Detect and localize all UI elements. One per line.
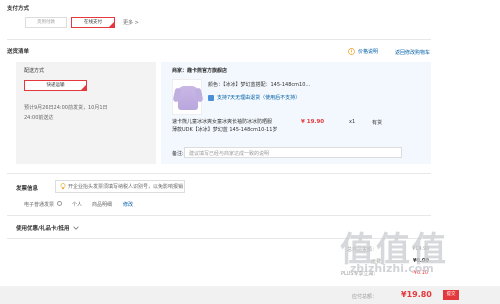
invoice-edit-link[interactable]: 修改 — [123, 201, 133, 208]
remark-input[interactable]: 建议填写已经与商家达成一致的说明 — [184, 147, 402, 158]
delivery-eta-line2: 24:00前送达 — [24, 115, 54, 121]
invoice-personal: 个人 — [72, 202, 83, 208]
remark-placeholder: 建议填写已经与商家达成一致的说明 — [189, 151, 270, 157]
invoice-type-label: 电子普通发票 — [24, 202, 55, 208]
payment-option-online[interactable]: 在线支付 — [71, 17, 115, 28]
shop-row: 商家：趣卡熊官方旗舰店 — [172, 67, 227, 74]
watermark-url: zhizhizhi.com — [350, 262, 434, 275]
invoice-tip-box: 开企业抬头发票须填写纳税人识别号，以免影响报销 — [55, 180, 185, 193]
submit-order-button[interactable]: 提交 — [443, 290, 459, 300]
shirt-image — [178, 86, 198, 110]
product-color: 颜色：【冰冰】梦幻蓝搭配：145-148cm10... — [208, 82, 311, 88]
delivery-method-value: 快递运输 — [46, 83, 65, 88]
coupon-toggle[interactable]: 使用优惠/礼品卡/抵用 — [16, 224, 79, 232]
product-price: ¥ 19.90 — [301, 119, 325, 125]
divider — [7, 39, 431, 40]
product-support: 支持7天无理由退货（使用后不支持） — [208, 94, 300, 101]
delivery-method-label: 配送方式 — [24, 68, 45, 74]
invoice-tip-text: 开企业抬头发票须填写纳税人识别号，以免影响报销 — [68, 184, 184, 190]
product-stock: 有货 — [372, 120, 383, 126]
divider — [7, 173, 431, 174]
invoice-title: 发票信息 — [16, 186, 39, 192]
info-icon — [348, 48, 355, 55]
shield-icon — [208, 94, 214, 101]
payment-more-link[interactable]: 更多 > — [123, 19, 139, 26]
product-title-line2[interactable]: 薄款UDK【冰冰】梦幻蓝 145-148cm10-11岁 — [172, 126, 277, 133]
delivery-method-panel — [16, 62, 156, 164]
payment-title: 支付方式 — [7, 6, 30, 12]
price-note-link[interactable]: 价格说明 — [348, 48, 378, 55]
delivery-title: 送货清单 — [7, 49, 30, 55]
remark-label: 备注: — [172, 151, 184, 157]
selected-check-icon — [81, 85, 86, 90]
return-cart-link[interactable]: 返回修改购物车 — [395, 49, 430, 56]
shop-label: 商家： — [172, 68, 188, 74]
price-note-label: 价格说明 — [358, 49, 379, 55]
total-label: 应付总额： — [352, 294, 378, 300]
delivery-method-option[interactable]: 快递运输 — [24, 80, 87, 91]
help-icon — [56, 201, 62, 206]
product-image[interactable] — [172, 79, 202, 115]
invoice-detail: 商品明细 — [92, 202, 113, 208]
chevron-down-icon — [72, 226, 79, 230]
lightbulb-icon — [60, 183, 66, 190]
invoice-type: 电子普通发票 — [24, 201, 62, 208]
coupon-title: 使用优惠/礼品卡/抵用 — [16, 226, 70, 232]
product-title-line1[interactable]: 速卡熊儿童冰冰爽女童冰爽长袖防冰冰防晒服 — [172, 118, 272, 125]
payment-option-online-label: 在线支付 — [84, 20, 102, 25]
delivery-eta-line1: 预计9月26日24:00前发货，10月1日 — [24, 105, 108, 111]
payment-option-cod[interactable]: 货到付款 — [25, 17, 67, 28]
shop-name[interactable]: 趣卡熊官方旗舰店 — [187, 68, 227, 74]
divider — [7, 215, 431, 216]
selected-check-icon — [109, 22, 114, 27]
total-value: ¥19.80 — [401, 290, 432, 299]
product-qty: x1 — [349, 119, 356, 125]
product-support-text: 支持7天无理由退货（使用后不支持） — [217, 95, 301, 101]
